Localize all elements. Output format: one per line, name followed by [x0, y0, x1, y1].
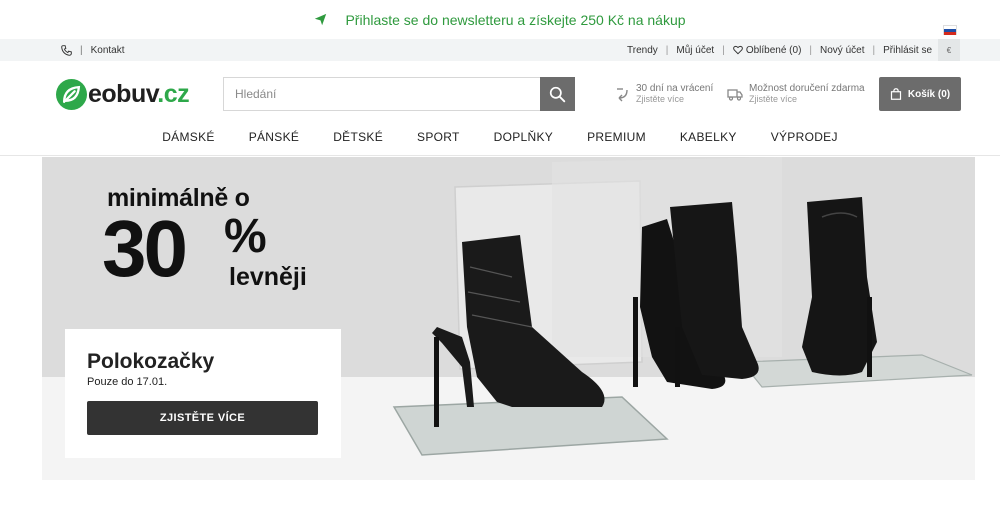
new-account-link[interactable]: Nový účet	[820, 45, 864, 56]
free-delivery-link[interactable]: Možnost doručení zdarma Zjistěte více	[727, 83, 865, 105]
search-input[interactable]	[224, 78, 540, 110]
search-bar	[223, 77, 575, 111]
logo-text: eobuv.cz	[88, 79, 190, 108]
separator: |	[665, 44, 669, 56]
promo-discount-percent: %	[224, 210, 267, 263]
search-button[interactable]	[540, 77, 575, 111]
nav-item-sport[interactable]: SPORT	[417, 124, 460, 150]
return-arrow-icon	[617, 88, 628, 102]
nav-item-damske[interactable]: DÁMSKÉ	[162, 124, 214, 150]
return-more: Zjistěte více	[636, 94, 685, 104]
separator: |	[872, 44, 876, 56]
return-policy-link[interactable]: 30 dní na vrácení Zjistěte více	[614, 83, 713, 105]
trendy-link[interactable]: Trendy	[627, 45, 658, 56]
nav-divider	[0, 155, 1000, 156]
delivery-title: Možnost doručení zdarma	[749, 83, 865, 94]
nav-item-detske[interactable]: DĚTSKÉ	[333, 124, 383, 150]
nav-item-doplnky[interactable]: DOPLŇKY	[494, 124, 553, 150]
contact-link[interactable]: Kontakt	[91, 45, 125, 56]
favorites-link[interactable]: Oblíbené (0)	[732, 44, 802, 56]
favorites-label: Oblíbené (0)	[745, 44, 802, 56]
nav-item-vyprodej[interactable]: VÝPRODEJ	[771, 124, 838, 150]
truck-icon	[727, 89, 743, 101]
nav-item-kabelky[interactable]: KABELKY	[680, 124, 737, 150]
utility-bar: | Kontakt Trendy | Můj účet | Oblíbené (…	[0, 39, 1000, 61]
separator: |	[80, 44, 83, 56]
search-icon	[549, 86, 566, 102]
main-nav: DÁMSKÉ PÁNSKÉ DĚTSKÉ SPORT DOPLŇKY PREMI…	[0, 124, 1000, 150]
slovak-flag-icon[interactable]	[943, 25, 957, 35]
login-link[interactable]: Přihlásit se	[883, 45, 932, 56]
newsletter-banner[interactable]: Přihlaste se do newsletteru a získejte 2…	[0, 0, 1000, 39]
promo-card-date: Pouze do 17.01.	[87, 376, 168, 388]
cart-label: Košík (0)	[907, 88, 951, 100]
shopping-bag-icon	[890, 88, 901, 100]
hero-banner[interactable]: minimálně o 30 % levněji Polokozačky Pou…	[42, 157, 975, 480]
promo-discount-number: 30	[102, 204, 188, 293]
currency-switch[interactable]: €	[938, 39, 960, 61]
nav-item-premium[interactable]: PREMIUM	[587, 124, 646, 150]
site-logo[interactable]: eobuv.cz	[56, 78, 190, 110]
paper-plane-icon	[315, 13, 327, 26]
my-account-link[interactable]: Můj účet	[676, 45, 714, 56]
phone-icon[interactable]	[61, 44, 72, 56]
leaf-logo-icon	[56, 78, 87, 110]
promo-card-title: Polokozačky	[87, 350, 215, 373]
delivery-more: Zjistěte více	[749, 94, 798, 104]
learn-more-button[interactable]: ZJISTĚTE VÍCE	[87, 401, 318, 435]
separator: |	[722, 44, 725, 56]
promo-discount-sub: levněji	[229, 263, 307, 291]
newsletter-text[interactable]: Přihlaste se do newsletteru a získejte 2…	[345, 12, 685, 28]
return-title: 30 dní na vrácení	[636, 83, 714, 94]
promo-card: Polokozačky Pouze do 17.01. ZJISTĚTE VÍC…	[65, 329, 341, 458]
nav-item-panske[interactable]: PÁNSKÉ	[249, 124, 300, 150]
cart-button[interactable]: Košík (0)	[879, 77, 961, 111]
heart-icon	[732, 45, 743, 55]
separator: |	[809, 44, 813, 56]
